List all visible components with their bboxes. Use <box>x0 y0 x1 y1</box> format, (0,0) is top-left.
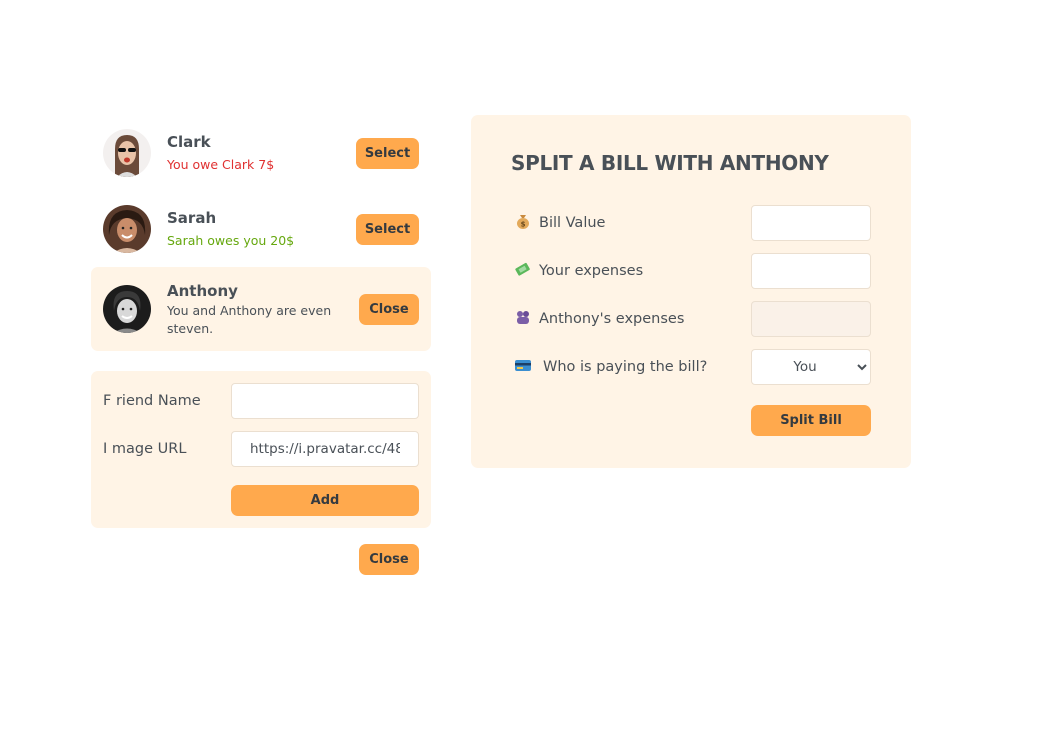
friend-balance-status: You and Anthony are even steven. <box>167 302 332 336</box>
select-friend-button[interactable]: Select <box>356 213 419 245</box>
image-url-label: I mage URL <box>103 441 187 457</box>
bill-value-input[interactable] <box>751 205 871 241</box>
close-add-form-button[interactable]: Close <box>359 544 419 575</box>
your-expenses-label: Your expenses <box>511 260 643 282</box>
friend-item-clark: Clark You owe Clark 7$ Select <box>91 115 431 191</box>
friend-expenses-label: Anthony's expenses <box>511 308 684 330</box>
sidebar: Clark You owe Clark 7$ Select Sarah Sara… <box>91 115 431 575</box>
friend-expenses-input <box>751 301 871 337</box>
money-with-wings-icon <box>511 260 535 282</box>
payer-text: Who is paying the bill? <box>543 359 708 375</box>
image-url-input[interactable] <box>231 431 419 467</box>
your-expenses-input[interactable] <box>751 253 871 289</box>
your-expenses-text: Your expenses <box>539 263 644 279</box>
payer-row: Who is paying the bill? You <box>511 349 871 385</box>
close-friend-button[interactable]: Close <box>359 293 419 325</box>
purple-person-icon <box>511 308 535 330</box>
image-url-row: I mage URL <box>103 431 419 467</box>
split-bill-title: SPLIT A BILL WITH ANTHONY <box>511 151 829 175</box>
bill-value-text: Bill Value <box>539 215 606 231</box>
bill-value-label: $ Bill Value <box>511 212 605 234</box>
split-bill-button[interactable]: Split Bill <box>751 405 871 436</box>
friend-item-anthony: Anthony You and Anthony are even steven.… <box>91 267 431 351</box>
friend-list: Clark You owe Clark 7$ Select Sarah Sara… <box>91 115 431 351</box>
svg-text:$: $ <box>521 221 526 229</box>
payer-label: Who is paying the bill? <box>511 356 707 378</box>
split-bill-form: SPLIT A BILL WITH ANTHONY $ Bill Value Y… <box>471 115 911 468</box>
friend-expenses-row: Anthony's expenses <box>511 301 871 337</box>
friend-expenses-text: Anthony's expenses <box>539 311 685 327</box>
friend-name-label: F riend Name <box>103 393 201 409</box>
money-bag-icon: $ <box>511 212 535 234</box>
avatar-clark <box>103 129 151 177</box>
friend-name-input[interactable] <box>231 383 419 419</box>
friend-item-sarah: Sarah Sarah owes you 20$ Select <box>91 191 431 267</box>
select-friend-button[interactable]: Select <box>356 137 419 169</box>
avatar-anthony <box>103 285 151 333</box>
payer-select[interactable]: You <box>751 349 871 385</box>
add-friend-form: F riend Name I mage URL Add <box>91 371 431 528</box>
avatar-sarah <box>103 205 151 253</box>
add-friend-button[interactable]: Add <box>231 485 419 516</box>
credit-card-icon <box>511 356 535 378</box>
bill-value-row: $ Bill Value <box>511 205 871 241</box>
your-expenses-row: Your expenses <box>511 253 871 289</box>
friend-name-row: F riend Name <box>103 383 419 419</box>
